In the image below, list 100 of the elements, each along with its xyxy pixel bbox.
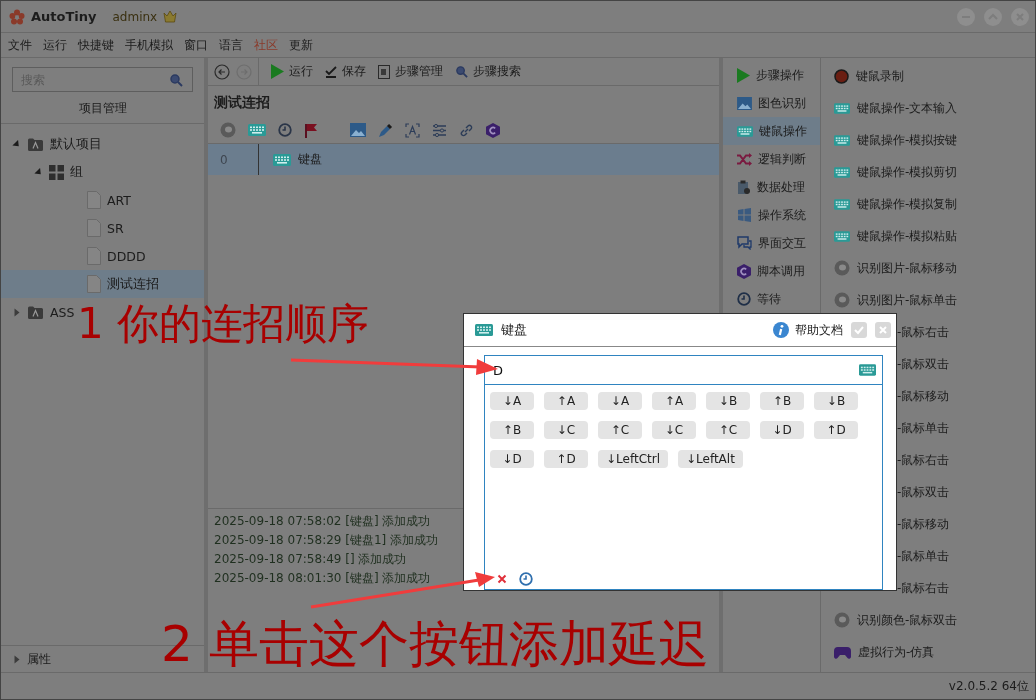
menu-item[interactable]: 更新 xyxy=(289,36,313,54)
action-item[interactable]: 键鼠操作-文本输入 xyxy=(821,92,1035,124)
link-icon[interactable] xyxy=(459,122,474,138)
search-icon xyxy=(455,65,468,78)
document-icon xyxy=(87,247,101,265)
tree-item[interactable]: DDDD xyxy=(107,248,146,264)
keyboard-icon xyxy=(834,198,850,210)
checkmark-icon xyxy=(325,65,337,78)
tree-item[interactable]: ART xyxy=(107,192,131,208)
tree-item[interactable]: 组 xyxy=(70,163,83,181)
key-chip[interactable]: ↑D xyxy=(814,421,858,439)
info-icon xyxy=(773,322,789,338)
keyboard-icon xyxy=(859,364,876,376)
category-item[interactable]: 逻辑判断 xyxy=(723,145,820,173)
sliders-icon[interactable] xyxy=(432,123,447,137)
shuffle-icon xyxy=(737,152,752,166)
text-recognition-icon[interactable] xyxy=(405,122,420,138)
category-item[interactable]: 操作系统 xyxy=(723,201,820,229)
panel-header: 项目管理 xyxy=(1,95,204,124)
properties-section[interactable]: 属性 xyxy=(27,650,51,668)
mouse-icon xyxy=(834,260,850,276)
checkmark-icon xyxy=(854,325,864,335)
category-item[interactable]: 界面交互 xyxy=(723,229,820,257)
key-chip[interactable]: ↓B xyxy=(814,392,858,410)
category-item[interactable]: 脚本调用 xyxy=(723,257,820,285)
toolbar-button[interactable]: 步骤搜索 xyxy=(455,63,521,80)
c-script-icon[interactable] xyxy=(486,122,500,138)
keyboard-icon xyxy=(273,153,291,166)
key-chip[interactable]: ↑B xyxy=(760,392,804,410)
key-chip[interactable]: ↓C xyxy=(652,421,696,439)
keyboard-icon xyxy=(834,102,850,114)
grid-icon xyxy=(49,164,64,180)
eyedropper-icon[interactable] xyxy=(378,122,393,138)
action-item[interactable]: 键鼠操作-模拟按键 xyxy=(821,124,1035,156)
crown-icon xyxy=(163,10,178,23)
image-icon[interactable] xyxy=(350,123,366,137)
action-item[interactable]: 键鼠操作-模拟粘贴 xyxy=(821,220,1035,252)
key-chip[interactable]: ↑C xyxy=(598,421,642,439)
step-row[interactable]: 0 键盘 xyxy=(208,144,719,175)
category-item[interactable]: 数据处理 xyxy=(723,173,820,201)
c-script-icon xyxy=(737,263,751,279)
flower-logo-icon xyxy=(9,8,25,25)
action-item[interactable]: 键鼠操作-模拟剪切 xyxy=(821,156,1035,188)
key-chip[interactable]: ↓C xyxy=(544,421,588,439)
clock-icon[interactable] xyxy=(737,292,751,306)
key-chip[interactable]: ↓A xyxy=(598,392,642,410)
toolbar-button[interactable]: 步骤管理 xyxy=(378,63,443,80)
tree-item[interactable]: 默认项目 xyxy=(50,135,102,153)
tree-item[interactable]: SR xyxy=(107,220,124,236)
clock-icon[interactable] xyxy=(278,123,292,137)
keyboard-icon xyxy=(475,324,493,336)
keyboard-icon xyxy=(834,166,850,178)
version-label: v2.0.5.2 64位 xyxy=(948,677,1029,695)
key-chip[interactable]: ↓LeftAlt xyxy=(678,450,743,468)
expand-arrow-icon[interactable] xyxy=(14,308,20,316)
key-chip[interactable]: ↓D xyxy=(760,421,804,439)
menu-item[interactable]: 窗口 xyxy=(184,36,208,54)
action-item[interactable]: 识别颜色-鼠标双击 xyxy=(821,604,1035,636)
back-icon[interactable] xyxy=(214,63,230,80)
action-item[interactable]: 键鼠录制 xyxy=(821,60,1035,92)
menu-item[interactable]: 快捷键 xyxy=(78,36,114,54)
action-item[interactable]: 识别图片-鼠标单击 xyxy=(821,284,1035,316)
user-name: adminx xyxy=(112,9,158,24)
expand-arrow-icon[interactable] xyxy=(14,655,20,663)
search-icon[interactable] xyxy=(169,73,183,87)
key-chip[interactable]: ↑B xyxy=(490,421,534,439)
mouse-icon xyxy=(220,122,236,138)
image-icon xyxy=(737,96,752,110)
tree-item[interactable]: ASS xyxy=(50,304,75,320)
flag-icon[interactable] xyxy=(304,122,318,138)
category-item[interactable]: 步骤操作 xyxy=(723,61,820,89)
category-item[interactable]: 图色识别 xyxy=(723,89,820,117)
help-link[interactable]: 帮助文档 xyxy=(773,321,843,339)
action-item[interactable]: 识别图片-鼠标移动 xyxy=(821,252,1035,284)
log-line: 2025-09-18 08:01:30 [键盘] 添加成功 xyxy=(214,570,431,587)
menu-item[interactable]: 手机模拟 xyxy=(125,36,173,54)
action-item[interactable]: 虚拟行为-仿真 xyxy=(821,636,1035,668)
keyboard-icon xyxy=(834,230,850,242)
key-chip[interactable]: ↓A xyxy=(490,392,534,410)
category-item[interactable]: 键鼠操作 xyxy=(723,117,820,145)
windows-icon xyxy=(737,208,752,222)
menu-item[interactable]: 运行 xyxy=(43,36,67,54)
document-icon xyxy=(378,64,390,79)
action-item[interactable]: 键鼠操作-模拟复制 xyxy=(821,188,1035,220)
delete-icon[interactable] xyxy=(497,574,507,584)
toolbar-button[interactable]: 运行 xyxy=(271,63,313,80)
gamepad-icon xyxy=(834,645,851,659)
clock-icon[interactable] xyxy=(519,572,533,586)
toolbar-button[interactable]: 保存 xyxy=(325,63,366,80)
tree-item[interactable]: 测试连招 xyxy=(107,275,159,293)
key-chip[interactable]: ↓D xyxy=(490,450,534,468)
key-chip[interactable]: ↓B xyxy=(706,392,750,410)
key-chip[interactable]: ↑A xyxy=(544,392,588,410)
key-chip[interactable]: ↑C xyxy=(706,421,750,439)
key-chip[interactable]: ↑A xyxy=(652,392,696,410)
key-chip[interactable]: ↑D xyxy=(544,450,588,468)
menu-item[interactable]: 文件 xyxy=(8,36,32,54)
category-item[interactable]: 等待 xyxy=(723,285,820,313)
menu-item[interactable]: 语言 xyxy=(219,36,243,54)
key-chip[interactable]: ↓LeftCtrl xyxy=(598,450,668,468)
